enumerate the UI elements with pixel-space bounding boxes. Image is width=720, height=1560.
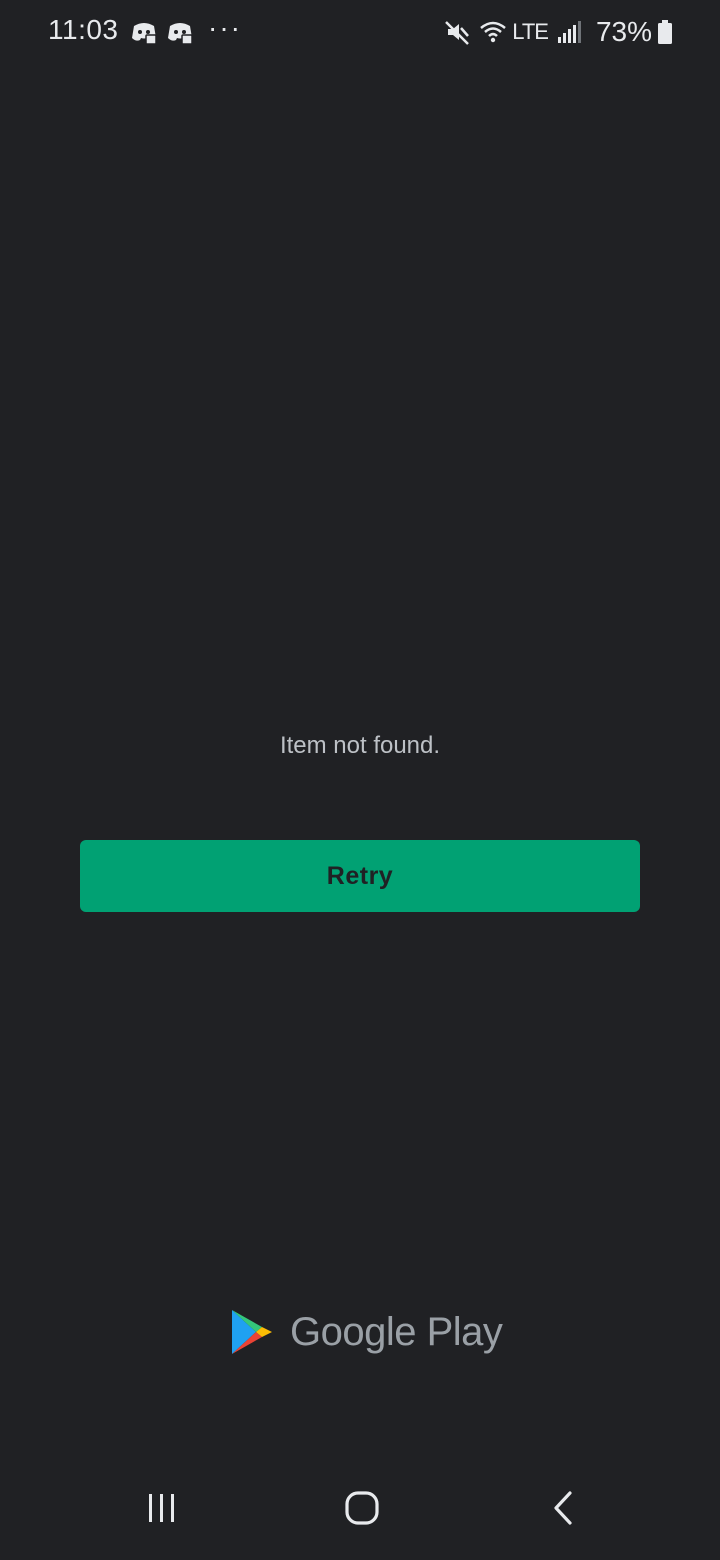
navigation-bar — [0, 1456, 720, 1560]
more-notifications-icon: ··· — [208, 12, 242, 43]
discord-icon — [166, 18, 194, 46]
google-play-icon — [230, 1308, 274, 1356]
status-bar: 11:03 ··· LTE 73% — [0, 0, 720, 64]
status-time: 11:03 — [48, 14, 119, 45]
back-icon[interactable] — [532, 1476, 596, 1540]
google-play-logo: Google Play — [230, 1306, 503, 1358]
discord-icon — [130, 18, 158, 46]
error-message: Item not found. — [279, 732, 441, 759]
home-icon[interactable] — [330, 1476, 394, 1540]
google-play-wordmark: Google Play — [290, 1309, 503, 1354]
mute-icon — [442, 17, 472, 47]
retry-button[interactable]: Retry — [80, 840, 640, 912]
status-right: LTE 73% — [436, 14, 672, 50]
recents-icon[interactable] — [130, 1476, 194, 1540]
battery-icon — [658, 20, 672, 44]
battery-percent: 73% — [595, 16, 652, 47]
wifi-icon — [478, 17, 508, 47]
signal-icon — [554, 17, 584, 47]
network-type: LTE — [512, 19, 549, 44]
